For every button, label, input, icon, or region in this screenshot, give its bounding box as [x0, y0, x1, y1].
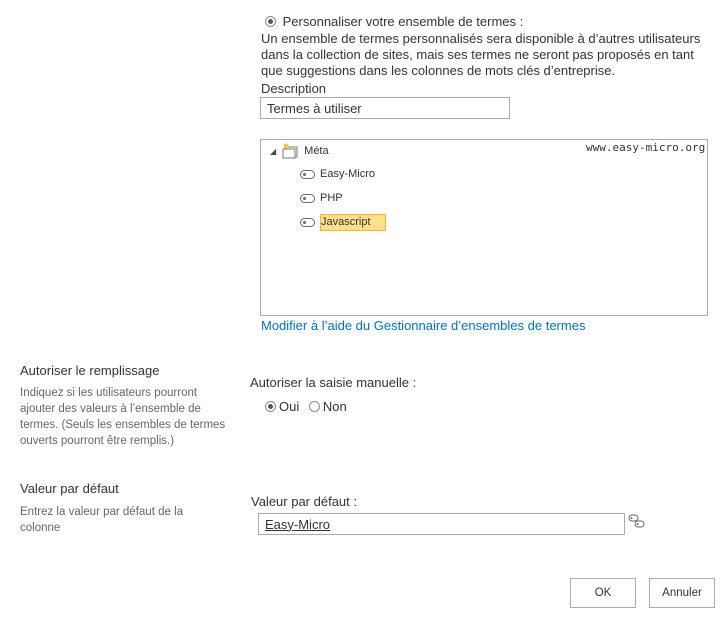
description-label: Description: [261, 81, 327, 96]
no-label: Non: [322, 398, 347, 414]
termset-icon: [282, 143, 298, 159]
default-value-input[interactable]: [258, 513, 625, 535]
description-line: que suggestions dans les colonnes de mot…: [261, 63, 616, 78]
tree-root-label: Méta: [304, 145, 329, 157]
tree-item[interactable]: PHP: [300, 192, 343, 204]
description-line: dans la collection de sites, mais ses te…: [261, 47, 694, 62]
help-line: ouverts pourront être remplis.): [20, 435, 175, 447]
yes-radio[interactable]: [265, 401, 276, 413]
expand-triangle-icon[interactable]: ◢: [270, 147, 276, 156]
help-line: colonne: [20, 522, 61, 534]
fill-in-help: Indiquez si les utilisateurs pourront aj…: [20, 385, 240, 449]
description-input[interactable]: [260, 97, 510, 119]
manual-entry-options: Oui Non: [265, 398, 353, 415]
tree-root-row[interactable]: ◢ Méta: [270, 143, 329, 159]
tag-icon: [300, 169, 315, 179]
default-value-title: Valeur par défaut: [20, 481, 119, 496]
help-line: ajouter des valeurs à l’ensemble de: [20, 403, 201, 415]
custom-termset-radio[interactable]: [265, 16, 276, 28]
no-radio[interactable]: [308, 401, 320, 413]
tree-item-label: Javascript: [320, 214, 386, 231]
custom-termset-label: Personnaliser votre ensemble de termes :: [282, 13, 524, 29]
help-line: Indiquez si les utilisateurs pourront: [20, 387, 198, 399]
tree-item-label: PHP: [320, 192, 343, 204]
default-value-help: Entrez la valeur par défaut de la colonn…: [20, 504, 240, 536]
watermark-text: www.easy-micro.org: [586, 141, 706, 154]
tree-item-selected[interactable]: Javascript: [300, 214, 386, 231]
manage-termset-link[interactable]: Modifier à l’aide du Gestionnaire d’ense…: [261, 318, 585, 333]
tree-item-label: Easy-Micro: [320, 168, 376, 180]
manual-entry-label: Autoriser la saisie manuelle :: [250, 375, 417, 390]
help-line: Entrez la valeur par défaut de la: [20, 506, 184, 518]
fill-in-title: Autoriser le remplissage: [20, 363, 160, 378]
tag-icon: [300, 218, 315, 227]
description-line: Un ensemble de termes personnalisés sera…: [261, 31, 701, 46]
yes-label: Oui: [279, 398, 300, 414]
custom-termset-option[interactable]: Personnaliser votre ensemble de termes :: [265, 13, 523, 30]
ok-button[interactable]: OK: [570, 578, 636, 608]
term-tree[interactable]: www.easy-micro.org ◢ Méta Easy-Micro PHP…: [260, 139, 708, 316]
tree-item[interactable]: Easy-Micro: [300, 168, 375, 180]
custom-termset-description: Un ensemble de termes personnalisés sera…: [261, 31, 721, 79]
help-line: termes. (Seuls les ensembles de termes: [20, 419, 226, 431]
tag-icon: [300, 193, 315, 203]
default-value-label: Valeur par défaut :: [251, 494, 357, 509]
cancel-button[interactable]: Annuler: [649, 578, 715, 608]
browse-terms-icon[interactable]: [628, 514, 646, 528]
